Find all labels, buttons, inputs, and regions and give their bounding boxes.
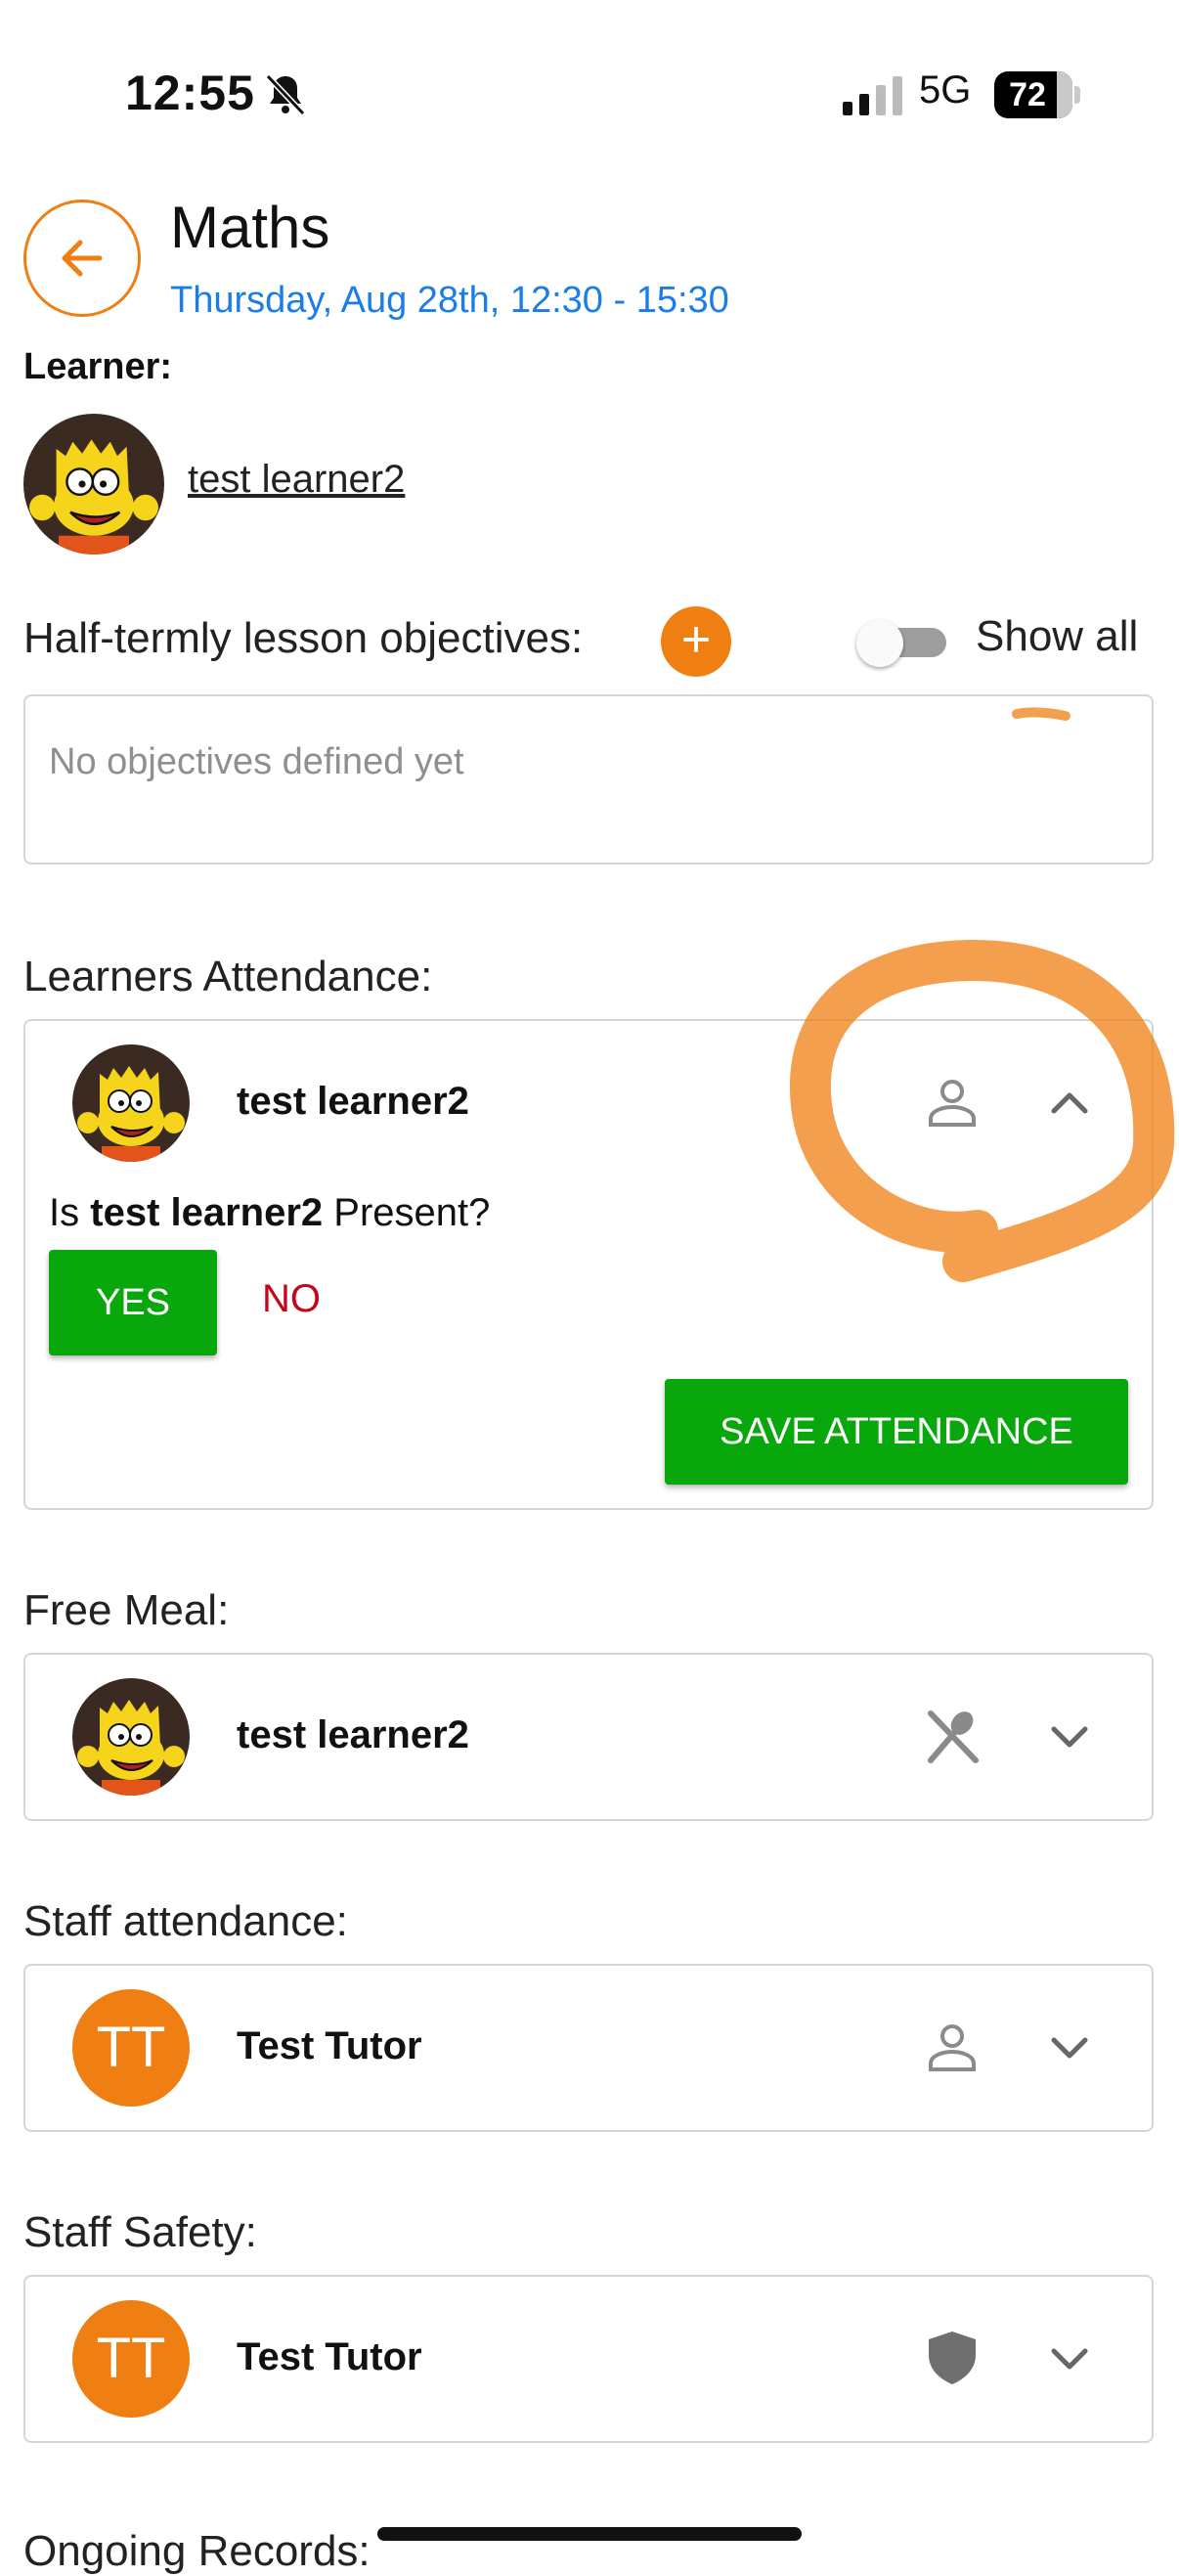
save-attendance-button[interactable]: SAVE ATTENDANCE: [665, 1379, 1128, 1485]
chevron-down-icon[interactable]: [1040, 2019, 1099, 2077]
staff-safety-label: Staff Safety:: [23, 2208, 257, 2256]
annotation-scribble: [789, 707, 1175, 1282]
avatar: [72, 1678, 190, 1796]
staff-avatar: TT: [72, 1989, 190, 2107]
staff-safety-name: Test Tutor: [237, 2335, 422, 2378]
free-meal-card: [23, 1653, 1154, 1821]
staff-attendance-card: [23, 1964, 1154, 2132]
person-icon[interactable]: [923, 2019, 982, 2077]
free-meal-learner-name: test learner2: [237, 1713, 469, 1756]
chevron-down-icon[interactable]: [1040, 1708, 1099, 1766]
staff-safety-card: [23, 2275, 1154, 2443]
no-meal-icon[interactable]: [923, 1708, 982, 1766]
staff-avatar: TT: [72, 2300, 190, 2418]
home-indicator[interactable]: [377, 2527, 802, 2541]
free-meal-label: Free Meal:: [23, 1586, 230, 1634]
shield-icon[interactable]: [923, 2328, 982, 2386]
staff-attendance-name: Test Tutor: [237, 2024, 422, 2067]
chevron-down-icon[interactable]: [1040, 2330, 1099, 2388]
staff-attendance-label: Staff attendance:: [23, 1897, 348, 1945]
ongoing-records-label: Ongoing Records:: [23, 2527, 371, 2575]
